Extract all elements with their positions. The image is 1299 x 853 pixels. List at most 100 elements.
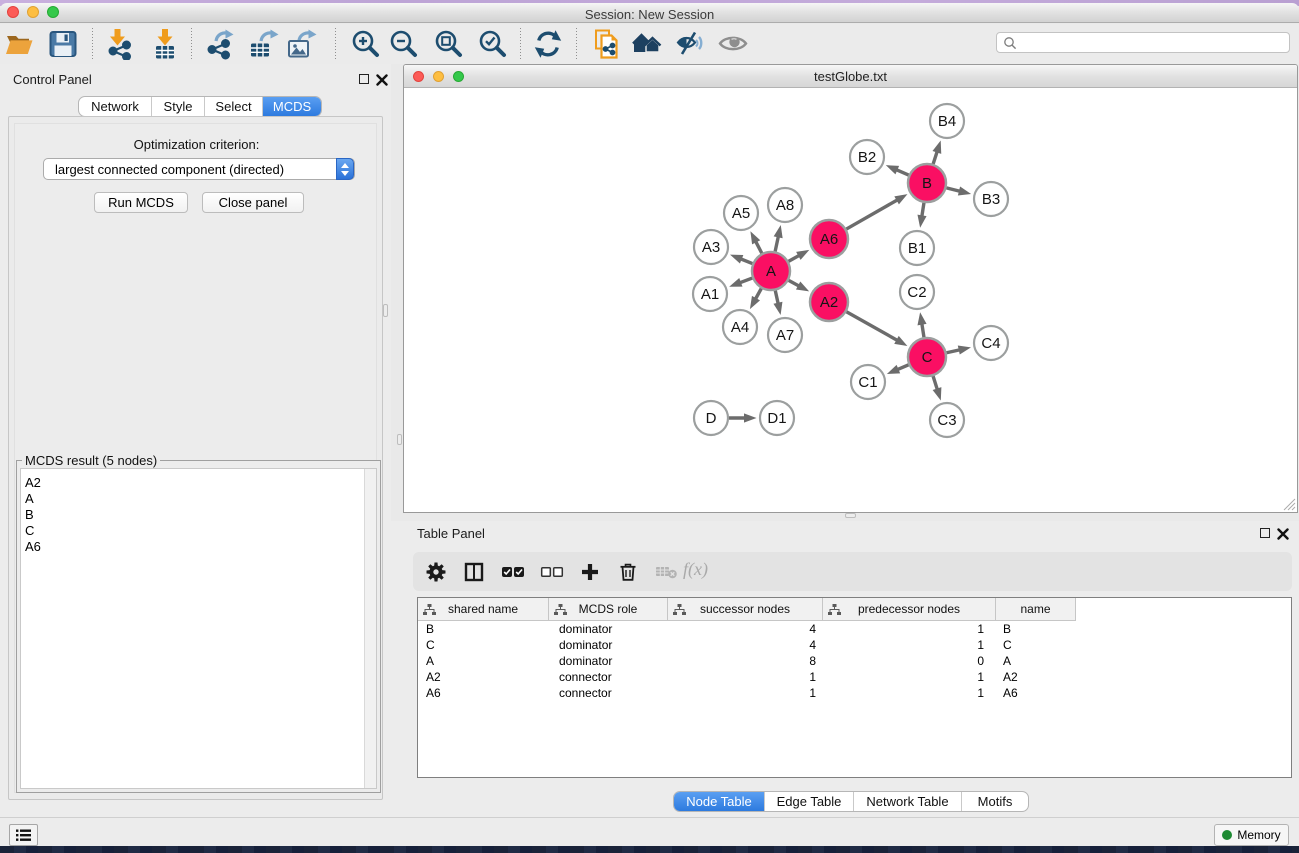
close-table-panel-icon[interactable] (1277, 528, 1289, 540)
zoom-in-icon[interactable] (350, 28, 382, 60)
resize-grip-icon[interactable] (1283, 498, 1296, 511)
import-table-icon[interactable] (149, 28, 181, 60)
graph-edge-A-A3[interactable] (740, 259, 753, 264)
column-header-successor-nodes[interactable]: successor nodes (668, 598, 823, 620)
table-toolbar: f(x) (413, 552, 1292, 591)
result-item-a[interactable]: A (21, 491, 376, 507)
graph-edge-A-A8[interactable] (775, 235, 778, 251)
table-row-c[interactable]: Cdominator41C (418, 638, 1077, 654)
result-item-b[interactable]: B (21, 507, 376, 523)
close-panel-icon[interactable] (376, 74, 388, 86)
refresh-icon[interactable] (532, 28, 564, 60)
function-builder-icon[interactable]: f(x) (683, 559, 708, 580)
graph-node-label-C: C (922, 349, 933, 366)
network-window: testGlobe.txt B4B2BB3B1A5A8A6A3AA1C2A4A7… (403, 64, 1298, 513)
first-neighbors-icon[interactable] (631, 28, 663, 60)
search-box[interactable] (996, 32, 1290, 53)
graph-edge-A-A1[interactable] (739, 278, 752, 283)
graph-edge-A2-C[interactable] (846, 312, 898, 341)
export-image-icon[interactable] (285, 28, 317, 60)
column-header-name[interactable]: name (996, 598, 1076, 620)
graph-node-label-A: A (766, 263, 776, 280)
graph-edge-arrow (886, 165, 899, 174)
graph-edge-C-C3[interactable] (933, 376, 938, 390)
result-item-a6[interactable]: A6 (21, 539, 376, 555)
table-row-a6[interactable]: A6connector11A6 (418, 686, 1077, 702)
column-header-shared-name[interactable]: shared name (418, 598, 549, 620)
zoom-out-icon[interactable] (388, 28, 420, 60)
export-network-icon[interactable] (204, 28, 236, 60)
tab-network-table[interactable]: Network Table (854, 792, 962, 811)
search-input[interactable] (1021, 34, 1281, 51)
float-table-panel-icon[interactable] (1260, 528, 1270, 538)
open-file-icon[interactable] (3, 28, 35, 60)
network-from-selection-icon[interactable] (591, 28, 623, 60)
optimization-criterion-dropdown[interactable]: largest connected component (directed) (43, 158, 355, 180)
node-table-header: shared nameMCDS rolesuccessor nodesprede… (418, 598, 1076, 621)
task-history-button[interactable] (9, 824, 38, 846)
delete-column-icon[interactable] (618, 562, 638, 582)
table-cell: dominator (549, 622, 668, 638)
graph-node-label-C4: C4 (981, 335, 1000, 352)
network-splitter-handle[interactable] (397, 434, 402, 445)
graph-edge-B-B2[interactable] (895, 169, 908, 175)
control-panel-title: Control Panel (13, 72, 92, 87)
memory-button[interactable]: Memory (1214, 824, 1289, 846)
close-panel-button[interactable]: Close panel (202, 192, 304, 213)
zoom-selected-icon[interactable] (477, 28, 509, 60)
graph-edge-arrow (894, 336, 907, 346)
vertical-splitter-handle[interactable] (383, 304, 388, 317)
network-window-titlebar[interactable]: testGlobe.txt (404, 65, 1297, 88)
show-all-icon[interactable] (717, 28, 749, 60)
node-table: shared nameMCDS rolesuccessor nodesprede… (417, 597, 1292, 778)
graph-edge-B-B4[interactable] (933, 151, 937, 164)
float-panel-icon[interactable] (359, 74, 369, 84)
delete-table-icon[interactable] (655, 562, 675, 582)
tab-style[interactable]: Style (152, 97, 205, 116)
task-list-icon (16, 829, 31, 842)
tab-edge-table[interactable]: Edge Table (765, 792, 854, 811)
column-header-predecessor-nodes[interactable]: predecessor nodes (823, 598, 996, 620)
table-row-a2[interactable]: A2connector11A2 (418, 670, 1077, 686)
tab-motifs[interactable]: Motifs (962, 792, 1028, 811)
result-item-a2[interactable]: A2 (21, 475, 376, 491)
import-network-icon[interactable] (103, 28, 135, 60)
run-mcds-button[interactable]: Run MCDS (94, 192, 188, 213)
export-table-icon[interactable] (247, 28, 279, 60)
table-cell: 1 (668, 686, 823, 702)
graph-edge-arrow (773, 302, 782, 315)
tab-mcds[interactable]: MCDS (263, 97, 321, 116)
graph-edge-arrow (774, 225, 783, 238)
graph-edge-A-A5[interactable] (755, 241, 762, 254)
titlebar: Session: New Session (0, 3, 1299, 23)
save-session-icon[interactable] (47, 28, 79, 60)
table-row-b[interactable]: Bdominator41B (418, 622, 1077, 638)
graph-edge-B-B3[interactable] (946, 188, 961, 192)
graph-node-label-B2: B2 (858, 149, 876, 166)
result-item-c[interactable]: C (21, 523, 376, 539)
horizontal-splitter-handle[interactable] (845, 513, 856, 518)
graph-edge-C-C4[interactable] (947, 350, 961, 353)
settings-icon[interactable] (426, 562, 446, 582)
result-list-scrollbar[interactable] (364, 469, 376, 788)
graph-edge-A-A7[interactable] (775, 291, 778, 305)
tab-network[interactable]: Network (79, 97, 152, 116)
graph-edge-A6-B[interactable] (846, 199, 898, 229)
hide-selected-icon[interactable] (675, 28, 707, 60)
split-view-icon[interactable] (464, 562, 484, 582)
deselect-all-icon[interactable] (540, 562, 560, 582)
zoom-fit-icon[interactable] (433, 28, 465, 60)
table-row-a[interactable]: Adominator80A (418, 654, 1077, 670)
graph-edge-arrow (932, 141, 941, 154)
tab-node-table[interactable]: Node Table (674, 792, 765, 811)
tab-select[interactable]: Select (205, 97, 263, 116)
graph-edge-C-C2[interactable] (922, 323, 924, 338)
add-column-icon[interactable] (580, 562, 600, 582)
table-cell: 4 (668, 638, 823, 654)
graph-edge-B-B1[interactable] (922, 203, 924, 218)
graph-node-label-C2: C2 (907, 284, 926, 301)
column-header-mcds-role[interactable]: MCDS role (549, 598, 668, 620)
select-all-icon[interactable] (501, 562, 521, 582)
network-canvas[interactable]: B4B2BB3B1A5A8A6A3AA1C2A4A7A2C4CC1C3DD1 (404, 89, 1297, 512)
memory-label: Memory (1237, 828, 1280, 842)
